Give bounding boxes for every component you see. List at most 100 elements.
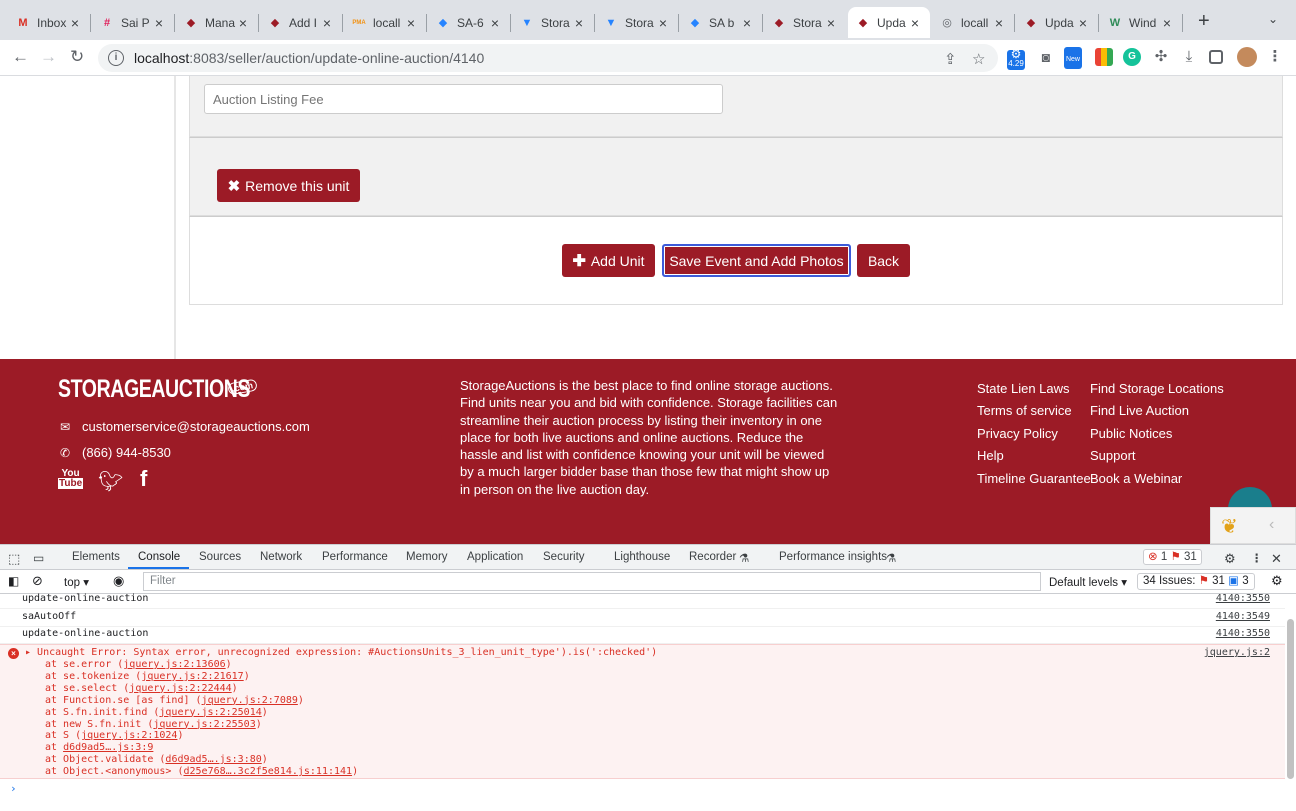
url-text[interactable]: localhost:8083/seller/auction/update-onl… <box>134 50 484 66</box>
console-settings-icon[interactable]: ⚙ <box>1271 573 1283 589</box>
footer-link-find-live-auction[interactable]: Find Live Auction <box>1090 403 1189 418</box>
close-tab-icon[interactable]: × <box>740 15 754 31</box>
stack-frame-link[interactable]: jquery.js:2:7089 <box>202 695 298 706</box>
save-event-button[interactable]: Save Event and Add Photos <box>662 244 851 277</box>
error-source-link[interactable]: jquery.js:2 <box>1204 647 1270 658</box>
close-tab-icon[interactable]: × <box>152 15 166 31</box>
close-tab-icon[interactable]: × <box>488 15 502 31</box>
stack-frame-link[interactable]: jquery.js:2:13606 <box>123 659 225 670</box>
side-panel-icon[interactable] <box>1209 50 1223 64</box>
sidebar-toggle-icon[interactable]: ◧ <box>8 574 19 588</box>
console-scrollbar[interactable] <box>1287 619 1294 779</box>
browser-tab[interactable]: ▼ Stora × <box>596 7 678 38</box>
settings-gear-icon[interactable]: ⚙ <box>1224 551 1236 567</box>
tab-recorder[interactable]: Recorder <box>689 551 736 563</box>
log-source-link[interactable]: 4140:3550 <box>1216 626 1270 642</box>
site-info-icon[interactable]: i <box>108 50 124 66</box>
more-options-icon[interactable]: ⋮ <box>1251 551 1263 565</box>
new-tab-button[interactable]: + <box>1198 10 1210 33</box>
inspect-element-icon[interactable]: ⬚ <box>8 551 20 567</box>
tab-application[interactable]: Application <box>467 551 523 563</box>
browser-tab[interactable]: W Wind × <box>1100 7 1182 38</box>
close-tab-icon[interactable]: × <box>1160 15 1174 31</box>
stack-frame-link[interactable]: jquery.js:2:25014 <box>159 707 261 718</box>
extension-badge-icon[interactable]: ⚙ 4.29 <box>1007 48 1025 70</box>
browser-tab[interactable]: M Inbox × <box>8 7 90 38</box>
footer-link-public-notices[interactable]: Public Notices <box>1090 426 1172 441</box>
forward-arrow-icon[interactable]: → <box>40 47 57 67</box>
tab-lighthouse[interactable]: Lighthouse <box>614 551 670 563</box>
color-extension-icon[interactable] <box>1095 48 1113 66</box>
share-icon[interactable]: ⇪ <box>944 50 957 68</box>
auction-listing-fee-input[interactable] <box>204 84 723 114</box>
stack-frame-link[interactable]: jquery.js:2:22444 <box>129 683 231 694</box>
browser-tab[interactable]: ▼ Stora × <box>512 7 594 38</box>
footer-email[interactable]: ✉ customerservice@storageauctions.com <box>58 419 310 434</box>
stack-frame-link[interactable]: d6d9ad5….js:3:9 <box>63 742 153 753</box>
browser-tab[interactable]: ◆ Add I × <box>260 7 342 38</box>
footer-phone[interactable]: ✆ (866) 944-8530 <box>58 445 171 460</box>
tab-search-chevron-icon[interactable]: ⌄ <box>1268 12 1278 26</box>
issues-counter[interactable]: 34 Issues: ⚑ 31 ▣ 3 <box>1137 573 1255 590</box>
browser-tab[interactable]: ◎ locall × <box>932 7 1014 38</box>
reload-icon[interactable]: ↻ <box>70 47 84 67</box>
twitter-icon[interactable]: 🐦︎ <box>98 469 123 494</box>
stack-frame-link[interactable]: d6d9ad5….js:3:80 <box>165 754 261 765</box>
footer-link-terms[interactable]: Terms of service <box>977 403 1072 418</box>
back-arrow-icon[interactable]: ← <box>12 47 29 67</box>
stack-frame-link[interactable]: jquery.js:2:25503 <box>153 719 255 730</box>
error-message[interactable]: ▸ Uncaught Error: Syntax error, unrecogn… <box>25 647 657 658</box>
add-unit-button[interactable]: ✚ Add Unit <box>562 244 655 277</box>
clear-console-icon[interactable]: ⊘ <box>32 573 43 589</box>
footer-link-help[interactable]: Help <box>977 448 1004 463</box>
close-tab-icon[interactable]: × <box>656 15 670 31</box>
footer-link-book-webinar[interactable]: Book a Webinar <box>1090 471 1182 486</box>
log-levels-dropdown[interactable]: Default levels ▾ <box>1049 575 1127 589</box>
footer-link-find-storage-locations[interactable]: Find Storage Locations <box>1090 381 1224 396</box>
footer-link-state-lien-laws[interactable]: State Lien Laws <box>977 381 1070 396</box>
close-tab-icon[interactable]: × <box>824 15 838 31</box>
close-tab-icon[interactable]: × <box>320 15 334 31</box>
browser-tab[interactable]: ◆ Mana × <box>176 7 258 38</box>
close-tab-icon[interactable]: × <box>572 15 586 31</box>
log-source-link[interactable]: 4140:3550 <box>1216 591 1270 607</box>
back-button[interactable]: Back <box>857 244 910 277</box>
stack-frame-link[interactable]: jquery.js:2:21617 <box>141 671 243 682</box>
tab-memory[interactable]: Memory <box>406 551 448 563</box>
grammarly-icon[interactable]: G <box>1123 48 1141 66</box>
browser-tab[interactable]: ◆ SA-6 × <box>428 7 510 38</box>
footer-link-privacy[interactable]: Privacy Policy <box>977 426 1058 441</box>
tab-performance-insights[interactable]: Performance insights <box>779 551 887 563</box>
chevron-left-icon[interactable]: ‹ <box>1269 516 1274 534</box>
facebook-icon[interactable]: f <box>140 466 147 492</box>
tab-network[interactable]: Network <box>260 551 302 563</box>
remove-unit-button[interactable]: ✖ Remove this unit <box>217 169 360 202</box>
close-tab-icon[interactable]: × <box>236 15 250 31</box>
eye-icon[interactable]: ◉ <box>113 573 124 589</box>
browser-tab[interactable]: ◆ SA b × <box>680 7 762 38</box>
stack-frame-link[interactable]: d25e768….3c2f5e814.js:11:141 <box>183 766 352 777</box>
close-tab-icon[interactable]: × <box>1076 15 1090 31</box>
close-tab-icon[interactable]: × <box>908 15 922 31</box>
device-toolbar-icon[interactable]: ▭ <box>33 551 44 565</box>
error-warning-counter[interactable]: ⊗ 1 ⚑ 31 <box>1143 549 1202 565</box>
close-tab-icon[interactable]: × <box>992 15 1006 31</box>
browser-tab[interactable]: PMA locall × <box>344 7 426 38</box>
context-select[interactable]: top ▾ <box>64 575 89 589</box>
stack-frame-link[interactable]: jquery.js:2:1024 <box>81 730 177 741</box>
tab-performance[interactable]: Performance <box>322 551 388 563</box>
console-prompt-chevron-icon[interactable]: › <box>10 782 17 795</box>
tab-security[interactable]: Security <box>543 551 585 563</box>
browser-tab[interactable]: ◆ Stora × <box>764 7 846 38</box>
browser-tab[interactable]: ◆ Upda × <box>1016 7 1098 38</box>
address-bar[interactable]: i localhost:8083/seller/auction/update-o… <box>98 44 998 72</box>
close-devtools-icon[interactable]: ✕ <box>1271 551 1282 567</box>
console-filter-input[interactable]: Filter <box>143 572 1041 591</box>
browser-tab[interactable]: # Sai P × <box>92 7 174 38</box>
youtube-icon[interactable]: You Tube <box>58 469 84 489</box>
close-tab-icon[interactable]: × <box>404 15 418 31</box>
close-tab-icon[interactable]: × <box>68 15 82 31</box>
new-extension-icon[interactable]: New <box>1064 47 1082 69</box>
storageauctions-logo[interactable]: STORAGEAUCTIONS <box>58 375 250 404</box>
browser-tab[interactable]: ◆ Upda × <box>848 7 930 38</box>
